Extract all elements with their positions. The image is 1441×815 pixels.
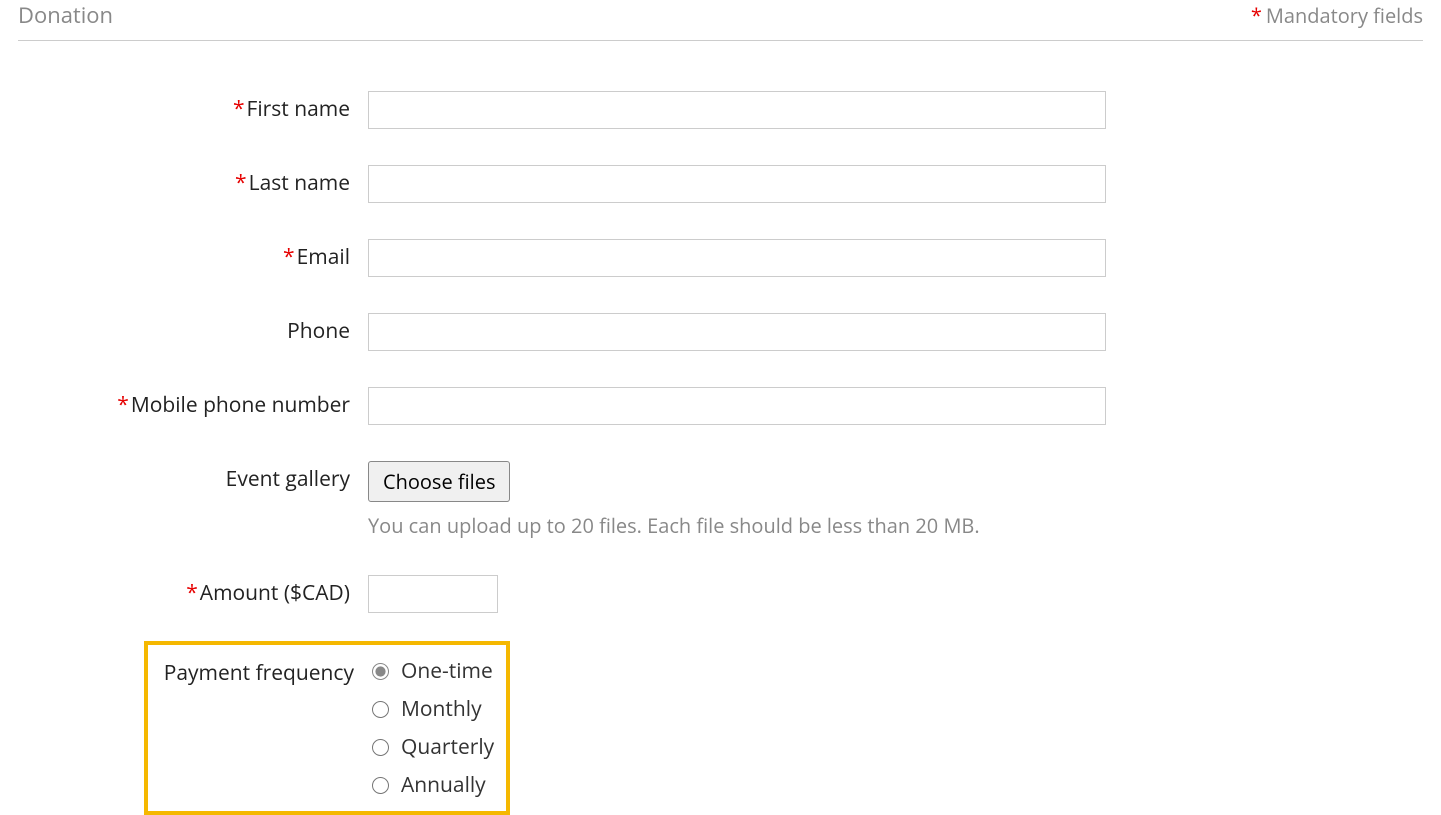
email-label: *Email bbox=[18, 239, 368, 271]
phone-input[interactable] bbox=[368, 313, 1106, 351]
radio-quarterly-input[interactable] bbox=[372, 739, 389, 756]
asterisk-icon: * bbox=[1251, 2, 1262, 29]
radio-one-time[interactable]: One-time bbox=[372, 657, 494, 685]
last-name-row: *Last name bbox=[18, 165, 1423, 203]
first-name-row: *First name bbox=[18, 91, 1423, 129]
radio-monthly-input[interactable] bbox=[372, 701, 389, 718]
amount-label: *Amount ($CAD) bbox=[18, 575, 368, 607]
event-gallery-label: Event gallery bbox=[18, 461, 368, 493]
asterisk-icon: * bbox=[235, 169, 247, 197]
mobile-input[interactable] bbox=[368, 387, 1106, 425]
last-name-label: *Last name bbox=[18, 165, 368, 197]
radio-one-time-input[interactable] bbox=[372, 663, 389, 680]
form-header: Donation *Mandatory fields bbox=[18, 0, 1423, 41]
page-title: Donation bbox=[18, 0, 113, 30]
phone-row: Phone bbox=[18, 313, 1423, 351]
upload-help-text: You can upload up to 20 files. Each file… bbox=[368, 512, 1423, 539]
mandatory-fields-note: *Mandatory fields bbox=[1251, 2, 1423, 29]
last-name-input[interactable] bbox=[368, 165, 1106, 203]
radio-monthly[interactable]: Monthly bbox=[372, 695, 494, 723]
choose-files-button[interactable]: Choose files bbox=[368, 461, 510, 502]
radio-annually-input[interactable] bbox=[372, 777, 389, 794]
asterisk-icon: * bbox=[283, 243, 295, 271]
amount-row: *Amount ($CAD) bbox=[18, 575, 1423, 613]
payment-frequency-row: Payment frequency One-time Monthly Quart… bbox=[148, 657, 494, 799]
email-row: *Email bbox=[18, 239, 1423, 277]
first-name-input[interactable] bbox=[368, 91, 1106, 129]
mobile-row: *Mobile phone number bbox=[18, 387, 1423, 425]
asterisk-icon: * bbox=[186, 579, 198, 607]
amount-input[interactable] bbox=[368, 575, 498, 613]
asterisk-icon: * bbox=[233, 95, 245, 123]
phone-label: Phone bbox=[18, 313, 368, 345]
radio-quarterly[interactable]: Quarterly bbox=[372, 733, 494, 761]
asterisk-icon: * bbox=[117, 391, 129, 419]
payment-frequency-highlight: Payment frequency One-time Monthly Quart… bbox=[144, 641, 510, 815]
payment-frequency-label: Payment frequency bbox=[148, 657, 372, 687]
event-gallery-row: Event gallery Choose files You can uploa… bbox=[18, 461, 1423, 539]
radio-annually[interactable]: Annually bbox=[372, 771, 494, 799]
email-input[interactable] bbox=[368, 239, 1106, 277]
mobile-label: *Mobile phone number bbox=[18, 387, 368, 419]
first-name-label: *First name bbox=[18, 91, 368, 123]
payment-frequency-radio-group: One-time Monthly Quarterly Annually bbox=[372, 657, 494, 799]
